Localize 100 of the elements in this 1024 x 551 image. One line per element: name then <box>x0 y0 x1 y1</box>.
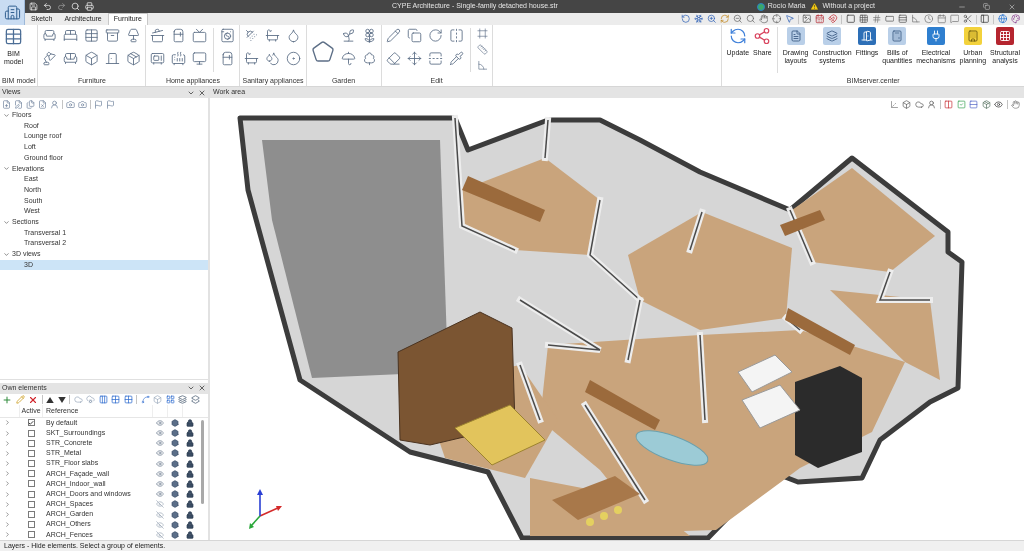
pipette-icon[interactable] <box>448 51 464 66</box>
chevron-right-icon[interactable] <box>4 449 11 457</box>
rows-icon[interactable] <box>969 99 978 109</box>
panel-icon[interactable] <box>980 14 990 24</box>
hexagon-icon[interactable] <box>170 418 179 427</box>
active-checkbox[interactable] <box>27 449 35 457</box>
layers-icon[interactable] <box>190 395 200 405</box>
tv-icon[interactable] <box>192 28 208 43</box>
grid-icon[interactable] <box>123 395 133 405</box>
active-checkbox[interactable] <box>27 429 35 437</box>
eye-icon[interactable] <box>155 459 164 468</box>
active-checkbox[interactable] <box>27 521 35 529</box>
person-icon[interactable] <box>927 99 936 109</box>
bathtub-icon[interactable] <box>244 51 260 66</box>
active-checkbox[interactable] <box>27 460 35 468</box>
refrigerator-icon[interactable] <box>220 51 236 66</box>
speech-bubble-icon[interactable] <box>949 14 959 24</box>
scissors-icon[interactable] <box>962 14 972 24</box>
cloud-gear-icon[interactable] <box>86 395 95 405</box>
cross-icon[interactable] <box>28 394 38 405</box>
hexagon-icon[interactable] <box>170 469 179 478</box>
redo-icon[interactable] <box>57 2 66 11</box>
search-icon[interactable] <box>745 14 755 24</box>
archive-box-icon[interactable] <box>105 28 121 43</box>
square-icon[interactable] <box>845 14 855 24</box>
hexagon-icon[interactable] <box>170 510 179 519</box>
hand-icon[interactable] <box>1011 99 1020 109</box>
zoom-in-icon[interactable] <box>706 14 716 24</box>
checked-square-icon[interactable] <box>956 99 966 109</box>
circle-dot-icon[interactable] <box>286 51 302 66</box>
door-icon[interactable] <box>105 51 121 66</box>
palette-icon[interactable] <box>1010 14 1020 24</box>
triangle-up-icon[interactable] <box>46 396 54 403</box>
hexagon-icon[interactable] <box>170 449 179 458</box>
package-icon[interactable] <box>981 99 991 109</box>
bathtub-icon[interactable] <box>265 28 281 43</box>
table-grid-icon[interactable] <box>84 28 100 43</box>
chevron-down-icon[interactable] <box>3 250 10 258</box>
close-icon[interactable] <box>198 88 206 97</box>
columns-icon[interactable] <box>98 395 108 405</box>
padlock-icon[interactable] <box>185 510 194 519</box>
active-checkbox[interactable] <box>27 480 35 488</box>
close-icon[interactable] <box>198 384 206 393</box>
snowflake-icon[interactable] <box>693 14 703 24</box>
padlock-icon[interactable] <box>185 418 194 427</box>
layout-grid-icon[interactable] <box>165 395 175 405</box>
file-pen-icon[interactable] <box>14 99 23 109</box>
sprout-icon[interactable] <box>340 28 356 43</box>
bed-icon[interactable] <box>63 28 79 43</box>
active-checkbox[interactable] <box>27 500 35 508</box>
active-checkbox[interactable] <box>27 511 35 519</box>
heater-icon[interactable] <box>171 51 187 66</box>
save-icon[interactable] <box>29 2 38 11</box>
cooking-pot-icon[interactable] <box>150 28 166 43</box>
calendar-icon[interactable] <box>815 14 825 24</box>
eye-off-icon[interactable] <box>155 500 164 509</box>
angle-icon[interactable] <box>910 14 920 24</box>
eye-icon[interactable] <box>155 418 164 427</box>
grid-icon[interactable] <box>858 14 868 24</box>
app-menu-button[interactable] <box>0 0 25 25</box>
refrigerator-icon[interactable] <box>171 28 187 43</box>
move-icon[interactable] <box>406 51 422 66</box>
frame-icon[interactable] <box>476 28 488 39</box>
active-checkbox[interactable] <box>27 470 35 478</box>
eye-icon[interactable] <box>155 469 164 478</box>
washing-machine-icon[interactable] <box>220 28 236 43</box>
chevron-right-icon[interactable] <box>4 439 11 447</box>
box-icon[interactable] <box>84 51 100 66</box>
copy-icon[interactable] <box>406 28 422 43</box>
padlock-icon[interactable] <box>185 469 194 478</box>
chevron-right-icon[interactable] <box>4 460 11 468</box>
eye-icon[interactable] <box>155 439 164 448</box>
hexagon-icon[interactable] <box>170 439 179 448</box>
axes-icon[interactable] <box>889 99 899 109</box>
refresh-icon[interactable] <box>719 14 729 24</box>
cube-icon[interactable] <box>153 395 162 405</box>
file-plus-icon[interactable] <box>2 99 11 109</box>
plus-icon[interactable] <box>2 394 12 405</box>
shower-head-icon[interactable] <box>244 28 260 43</box>
clock-icon[interactable] <box>923 14 933 24</box>
angle-icon[interactable] <box>476 60 488 71</box>
eraser-icon[interactable] <box>385 51 401 66</box>
desk-lamp-icon[interactable] <box>42 51 58 66</box>
hexagon-icon[interactable] <box>170 459 179 468</box>
package-icon[interactable] <box>126 51 142 66</box>
eye-icon[interactable] <box>155 490 164 499</box>
cube-icon[interactable] <box>902 99 911 109</box>
person-icon[interactable] <box>50 99 59 109</box>
active-checkbox[interactable] <box>27 419 35 427</box>
chevron-down-icon[interactable] <box>3 165 10 173</box>
chevron-right-icon[interactable] <box>4 521 11 529</box>
curve-icon[interactable] <box>140 395 150 405</box>
active-checkbox[interactable] <box>27 490 35 498</box>
chevron-right-icon[interactable] <box>4 470 11 478</box>
monitor-icon[interactable] <box>192 51 208 66</box>
eye-off-icon[interactable] <box>155 530 164 539</box>
chevron-right-icon[interactable] <box>4 429 11 437</box>
layers-icon[interactable] <box>178 395 187 405</box>
pointer-icon[interactable] <box>784 14 794 24</box>
hexagon-icon[interactable] <box>170 530 179 539</box>
